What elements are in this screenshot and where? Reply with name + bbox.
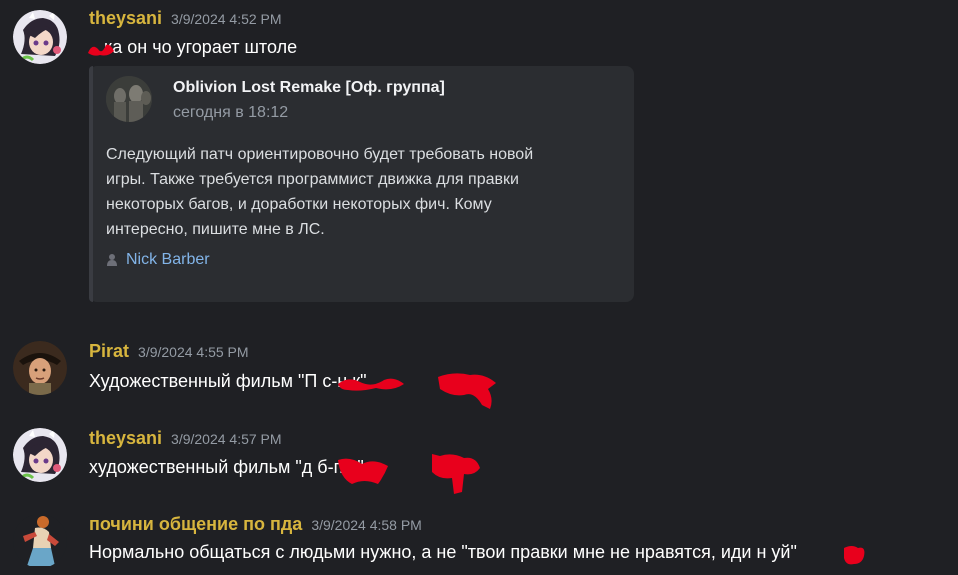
timestamp[interactable]: 3/9/2024 4:52 PM — [171, 11, 282, 27]
embed-description: Следующий патч ориентировочно будет треб… — [106, 142, 616, 242]
embed-description-line: интересно, пишите мне в ЛС. — [106, 221, 325, 238]
message-text: Художественный фильм "П с-н к" — [89, 371, 367, 391]
embed-footer: Nick Barber — [106, 251, 210, 269]
message-text: ка он чо угорает штоле — [104, 37, 298, 57]
message-text: Нормально общаться с людьми нужно, а не … — [89, 542, 797, 562]
embed-description-line: Следующий патч ориентировочно будет треб… — [106, 146, 534, 163]
message-header: Pirat 3/9/2024 4:55 PM — [89, 341, 249, 362]
link-embed[interactable]: Oblivion Lost Remake [Оф. группа] сегодн… — [89, 66, 634, 302]
anime-girl-avatar-icon — [13, 428, 67, 482]
embed-author-avatar[interactable] — [106, 76, 152, 122]
avatar[interactable] — [13, 514, 67, 568]
redaction-scribble — [432, 454, 480, 494]
avatar[interactable] — [13, 428, 67, 482]
message-header: theysani 3/9/2024 4:57 PM — [89, 428, 282, 449]
redaction-scribble — [438, 373, 496, 409]
embed-accent-bar — [89, 66, 93, 302]
embed-footer-author-link[interactable]: Nick Barber — [126, 251, 210, 269]
chat-message-list: theysani 3/9/2024 4:52 PM ка он чо угора… — [0, 0, 958, 575]
embed-timestamp: сегодня в 18:12 — [173, 104, 289, 121]
cartoon-figure-avatar-icon — [13, 514, 67, 568]
username[interactable]: почини общение по пда — [89, 514, 302, 535]
redaction-scribble — [844, 546, 865, 565]
message-header: почини общение по пда 3/9/2024 4:58 PM — [89, 514, 422, 535]
timestamp[interactable]: 3/9/2024 4:58 PM — [311, 517, 422, 533]
avatar[interactable] — [13, 10, 67, 64]
username[interactable]: Pirat — [89, 341, 129, 362]
message-text: художественный фильм "д б-п с" — [89, 457, 364, 477]
person-icon — [107, 254, 117, 266]
embed-description-line: игры. Также требуется программист движка… — [106, 171, 519, 188]
username[interactable]: theysani — [89, 428, 162, 449]
timestamp[interactable]: 3/9/2024 4:55 PM — [138, 344, 249, 360]
username[interactable]: theysani — [89, 8, 162, 29]
anime-girl-avatar-icon — [13, 10, 67, 64]
message-header: theysani 3/9/2024 4:52 PM — [89, 8, 282, 29]
pirate-man-avatar-icon — [13, 341, 67, 395]
soldiers-group-icon — [106, 76, 152, 122]
embed-author-name[interactable]: Oblivion Lost Remake [Оф. группа] — [173, 79, 445, 97]
timestamp[interactable]: 3/9/2024 4:57 PM — [171, 431, 282, 447]
embed-description-line: некоторых багов, и доработки некоторых ф… — [106, 196, 492, 213]
avatar[interactable] — [13, 341, 67, 395]
